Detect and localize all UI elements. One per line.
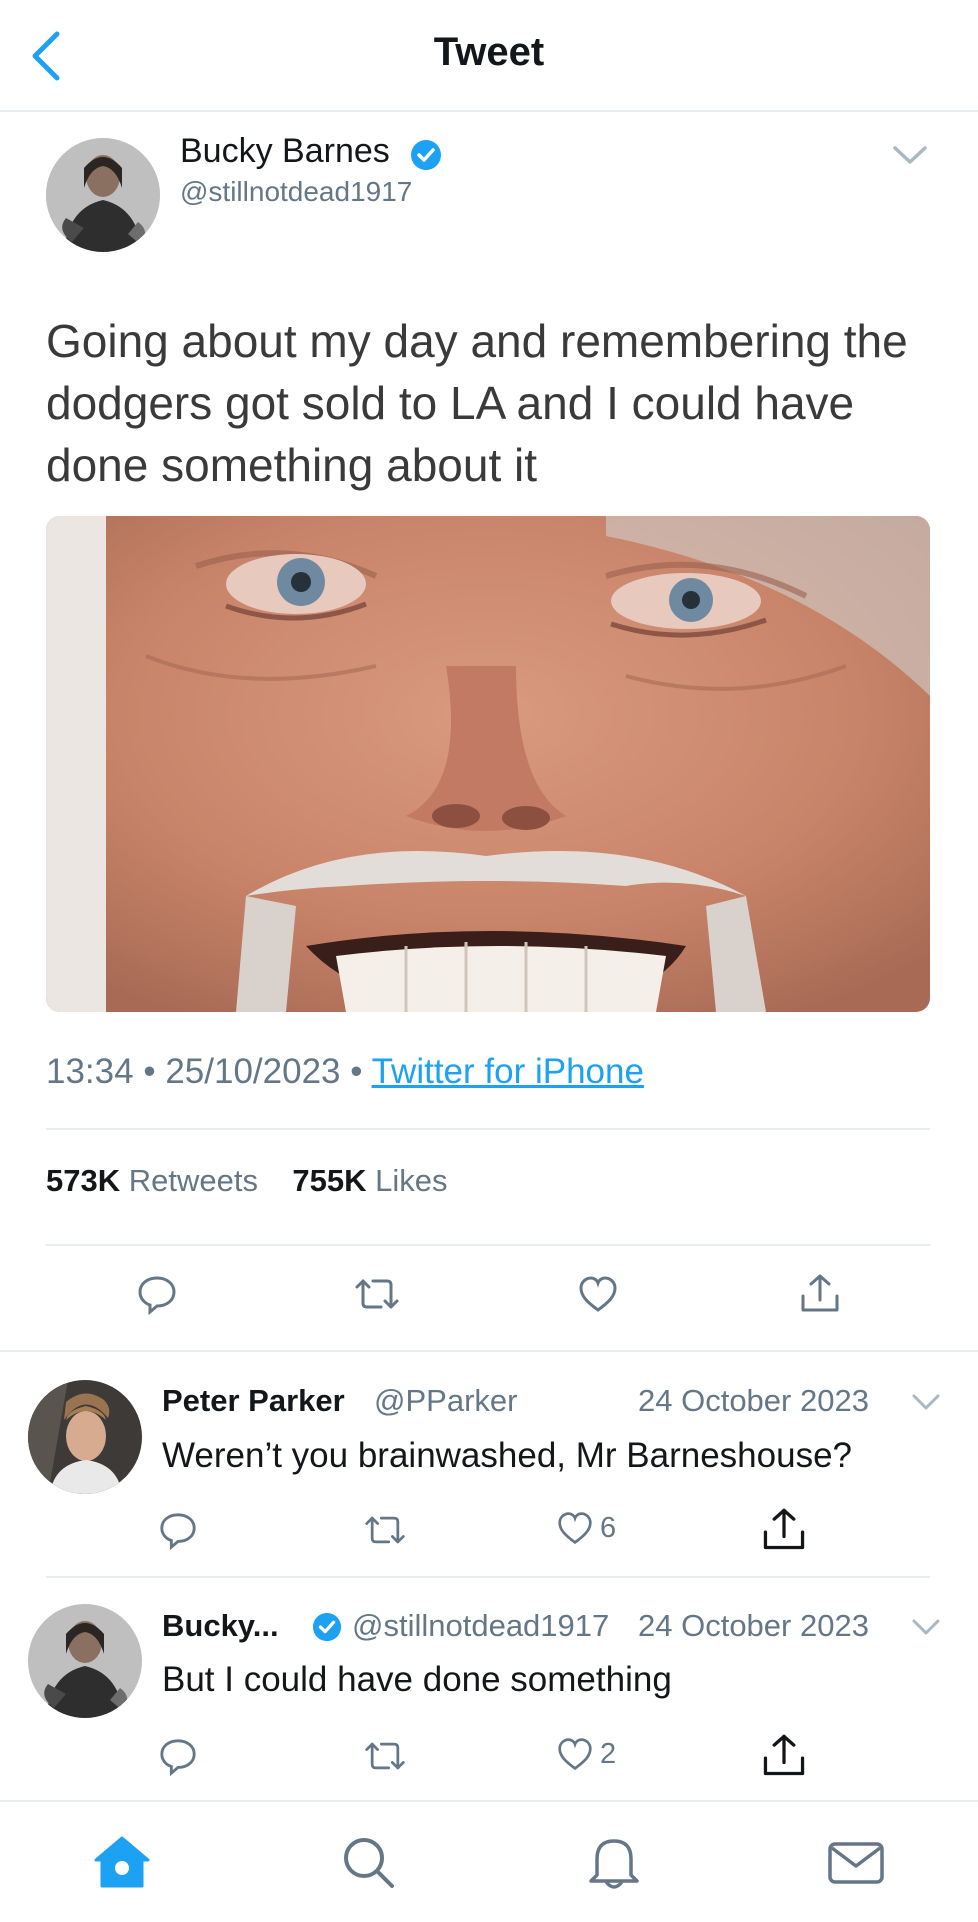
comment-icon: [160, 1739, 196, 1776]
reply-author-handle[interactable]: @stillnotdead1917: [352, 1608, 609, 1644]
page-title: Tweet: [433, 30, 545, 74]
retweet-icon: [355, 1279, 399, 1309]
tweet-meta: 13:34 • 25/10/2023 • Twitter for iPhone: [46, 1052, 644, 1092]
reply-button[interactable]: [127, 1264, 187, 1324]
heart-icon: [558, 1738, 592, 1771]
tab-messages[interactable]: [816, 1822, 896, 1902]
reply-comment-button[interactable]: [148, 1500, 208, 1560]
chevron-down-icon: [912, 1619, 940, 1635]
comment-icon: [138, 1276, 176, 1315]
reply-author-name[interactable]: Bucky...: [162, 1608, 279, 1644]
author-handle[interactable]: @stillnotdead1917: [180, 176, 412, 208]
divider: [46, 1576, 930, 1578]
tab-notifications[interactable]: [574, 1822, 654, 1902]
likes-label[interactable]: Likes: [375, 1163, 447, 1198]
verified-badge-icon: [410, 139, 442, 171]
tweet-text: Going about my day and remembering the d…: [46, 315, 908, 491]
reply-menu-button[interactable]: [910, 1615, 942, 1639]
reply-retweet-button[interactable]: [355, 1726, 415, 1786]
comment-icon: [160, 1513, 196, 1550]
tweet-menu-button[interactable]: [890, 140, 930, 170]
heart-icon: [579, 1276, 617, 1312]
share-icon: [763, 1508, 805, 1550]
reply-comment-button[interactable]: [148, 1726, 208, 1786]
search-icon: [344, 1838, 394, 1888]
reply-avatar[interactable]: [28, 1604, 142, 1718]
tweet-image[interactable]: [46, 516, 930, 1012]
divider: [46, 1244, 930, 1246]
author-name[interactable]: Bucky Barnes: [180, 132, 390, 171]
mail-icon: [828, 1842, 884, 1884]
bell-icon: [589, 1839, 639, 1889]
share-icon: [801, 1274, 839, 1312]
tab-search[interactable]: [328, 1822, 408, 1902]
divider: [46, 1128, 930, 1130]
reply-date: 24 October 2023: [638, 1608, 869, 1643]
meta-separator: •: [143, 1052, 156, 1091]
reply-share-button[interactable]: [754, 1500, 814, 1560]
home-icon: [94, 1836, 150, 1888]
reply-like-button[interactable]: 6: [556, 1510, 616, 1546]
section-divider: [0, 1350, 978, 1352]
retweet-button[interactable]: [347, 1264, 407, 1324]
chevron-down-icon: [912, 1394, 940, 1410]
retweets-label[interactable]: Retweets: [129, 1163, 258, 1198]
reply-share-button[interactable]: [754, 1726, 814, 1786]
reply-like-button[interactable]: 2: [556, 1736, 616, 1772]
share-icon: [763, 1734, 805, 1776]
tweet-source-link[interactable]: Twitter for iPhone: [372, 1052, 644, 1091]
reply-menu-button[interactable]: [910, 1390, 942, 1414]
heart-icon: [558, 1512, 592, 1545]
tweet-stats: 573K Retweets 755K Likes: [46, 1163, 448, 1199]
verified-badge-icon: [312, 1612, 342, 1642]
tab-home[interactable]: [82, 1822, 162, 1902]
likes-count[interactable]: 755K: [292, 1163, 366, 1198]
reply-text: But I could have done something: [162, 1660, 672, 1699]
reply-retweet-button[interactable]: [355, 1500, 415, 1560]
retweet-icon: [365, 1516, 405, 1544]
like-count: 2: [600, 1737, 617, 1770]
reply-date: 24 October 2023: [638, 1383, 869, 1418]
author-avatar[interactable]: [46, 138, 160, 252]
chevron-down-icon: [893, 146, 927, 164]
like-count: 6: [600, 1511, 617, 1544]
retweets-count[interactable]: 573K: [46, 1163, 120, 1198]
reply-author-handle[interactable]: @PParker: [374, 1383, 517, 1419]
share-button[interactable]: [790, 1264, 850, 1324]
tweet-time: 13:34: [46, 1052, 134, 1091]
retweet-icon: [365, 1742, 405, 1770]
tweet-date: 25/10/2023: [165, 1052, 341, 1091]
reply-author-name[interactable]: Peter Parker: [162, 1383, 345, 1419]
meta-separator: •: [350, 1052, 363, 1091]
reply-text: Weren’t you brainwashed, Mr Barneshouse?: [162, 1436, 853, 1475]
like-button[interactable]: [568, 1264, 628, 1324]
reply-avatar[interactable]: [28, 1380, 142, 1494]
